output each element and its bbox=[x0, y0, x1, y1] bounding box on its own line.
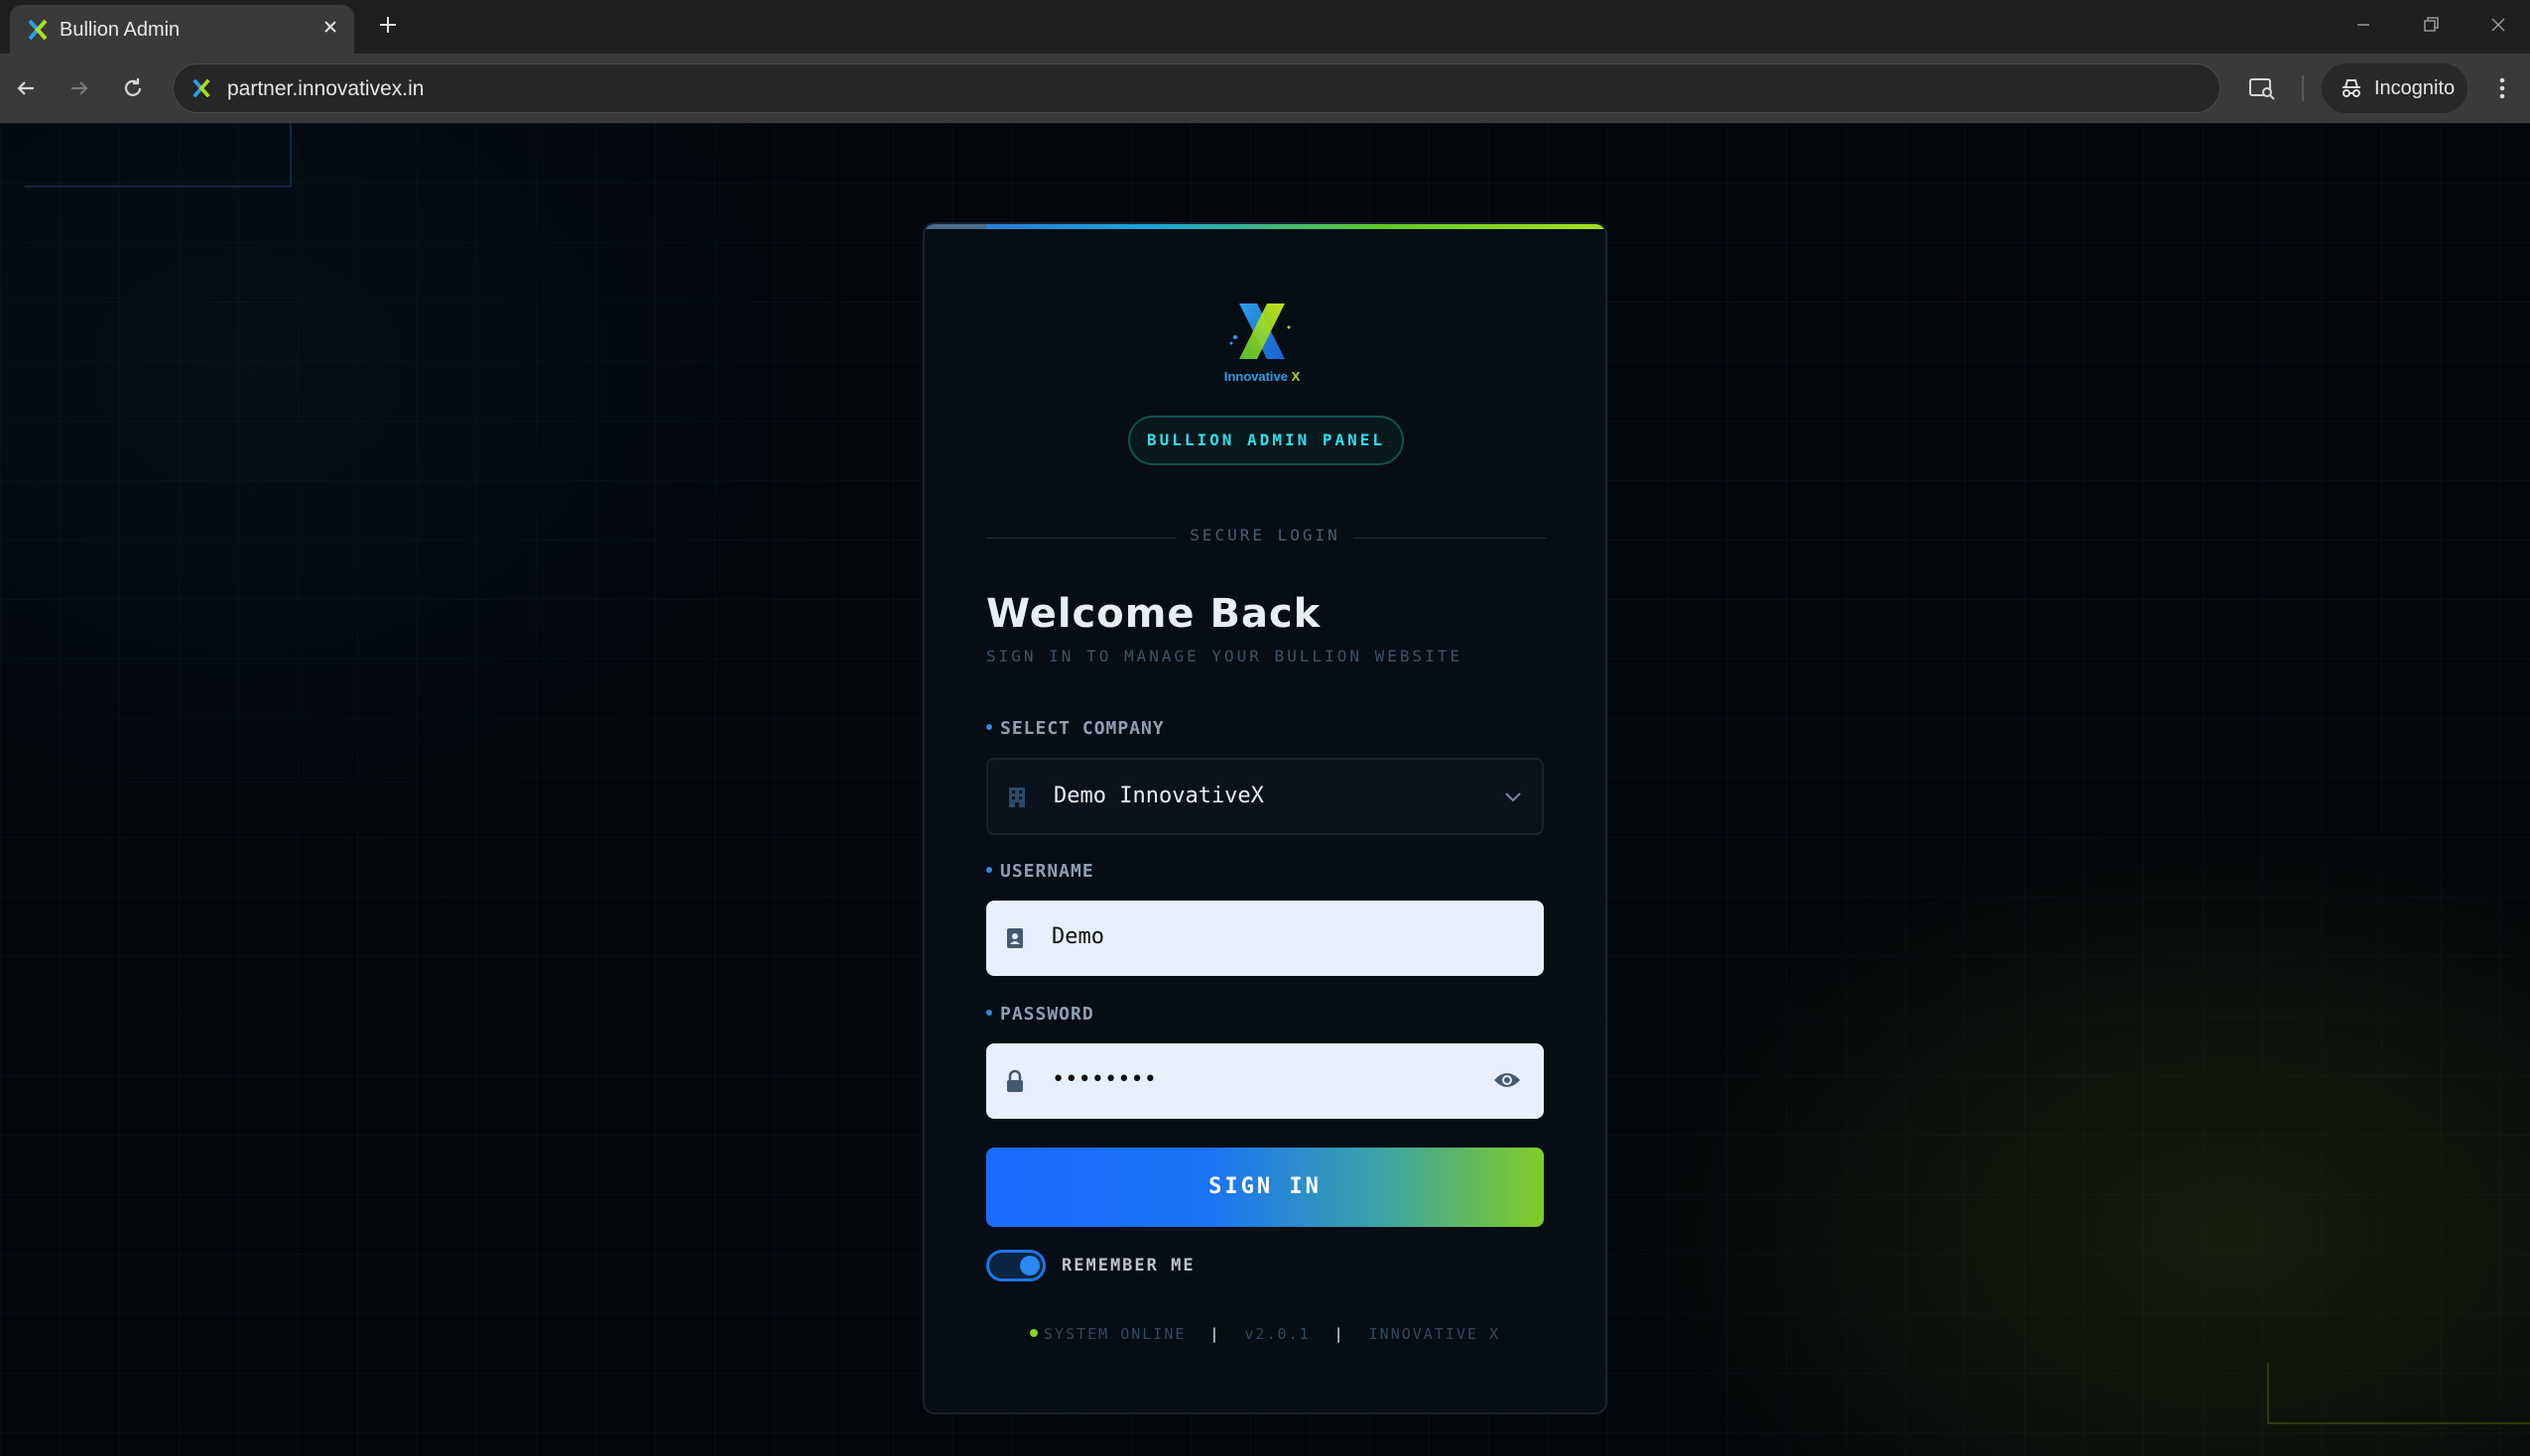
username-value: Demo bbox=[1052, 924, 1104, 949]
site-favicon-icon bbox=[192, 78, 210, 98]
logo-text: Innovative X bbox=[1223, 369, 1301, 384]
card-accent-bar bbox=[925, 224, 1605, 229]
admin-panel-badge: BULLION ADMIN PANEL bbox=[1128, 416, 1404, 465]
lock-icon bbox=[1007, 1069, 1023, 1092]
label-dot-icon bbox=[986, 724, 992, 730]
remember-me-label: REMEMBER ME bbox=[1062, 1256, 1196, 1275]
company-select[interactable]: Demo InnovativeX bbox=[986, 758, 1544, 835]
status-footer: SYSTEM ONLINE | v2.0.1 | INNOVATIVE X bbox=[925, 1325, 1605, 1343]
footer-separator: | bbox=[1333, 1325, 1345, 1343]
brand-logo: Innovative X bbox=[1217, 298, 1307, 389]
login-card: Innovative X BULLION ADMIN PANEL SECURE … bbox=[923, 222, 1607, 1414]
password-value: •••••••• bbox=[1052, 1067, 1157, 1092]
company-label: SELECT COMPANY bbox=[986, 718, 1165, 739]
url-text: partner.innovativex.in bbox=[227, 77, 425, 100]
media-search-icon[interactable] bbox=[2247, 73, 2277, 103]
site-favicon-icon bbox=[28, 19, 48, 41]
label-dot-icon bbox=[986, 1010, 992, 1016]
page-title: Welcome Back bbox=[986, 591, 1322, 637]
toolbar-separator bbox=[2302, 75, 2304, 101]
company-value: Demo InnovativeX bbox=[1054, 784, 1264, 808]
browser-tab[interactable]: Bullion Admin bbox=[10, 5, 354, 54]
toggle-knob bbox=[1020, 1256, 1040, 1275]
browser-tab-strip: Bullion Admin bbox=[0, 0, 2530, 54]
new-tab-icon[interactable] bbox=[375, 12, 401, 38]
innovativex-logo-icon bbox=[1229, 303, 1291, 359]
password-field[interactable]: •••••••• bbox=[986, 1043, 1544, 1119]
remember-me-toggle[interactable] bbox=[986, 1250, 1046, 1281]
password-label: PASSWORD bbox=[986, 1004, 1094, 1025]
tab-title: Bullion Admin bbox=[60, 19, 181, 41]
back-icon[interactable] bbox=[12, 74, 40, 102]
incognito-label: Incognito bbox=[2374, 77, 2456, 99]
browser-toolbar: partner.innovativex.in Incognito bbox=[0, 54, 2530, 123]
username-label: USERNAME bbox=[986, 861, 1094, 882]
incognito-icon bbox=[2342, 79, 2360, 97]
online-status-dot-icon bbox=[1029, 1328, 1038, 1337]
close-window-icon[interactable] bbox=[2486, 13, 2510, 37]
user-badge-icon bbox=[1007, 928, 1023, 948]
building-icon bbox=[1009, 788, 1025, 807]
sign-in-button[interactable]: SIGN IN bbox=[986, 1148, 1544, 1227]
restore-icon[interactable] bbox=[2419, 13, 2443, 37]
chevron-down-icon bbox=[1505, 792, 1521, 802]
label-dot-icon bbox=[986, 867, 992, 873]
page-subtitle: SIGN IN TO MANAGE YOUR BULLION WEBSITE bbox=[986, 647, 1463, 666]
browser-menu-icon[interactable] bbox=[2490, 72, 2514, 104]
login-page: Innovative X BULLION ADMIN PANEL SECURE … bbox=[0, 123, 2530, 1456]
reload-icon[interactable] bbox=[119, 74, 147, 102]
secure-login-label: SECURE LOGIN bbox=[1190, 526, 1340, 545]
close-tab-icon[interactable] bbox=[318, 15, 342, 39]
address-bar[interactable]: partner.innovativex.in bbox=[173, 63, 2220, 113]
username-field[interactable]: Demo bbox=[986, 901, 1544, 976]
incognito-badge[interactable]: Incognito bbox=[2322, 63, 2467, 113]
system-status: SYSTEM ONLINE bbox=[1043, 1325, 1187, 1343]
corner-decoration-bottom-right bbox=[2267, 1363, 2530, 1424]
minimize-icon[interactable] bbox=[2351, 13, 2375, 37]
footer-brand: INNOVATIVE X bbox=[1368, 1325, 1501, 1343]
show-password-icon[interactable] bbox=[1492, 1069, 1522, 1091]
footer-separator: | bbox=[1209, 1325, 1221, 1343]
app-version: v2.0.1 bbox=[1244, 1325, 1311, 1343]
forward-icon[interactable] bbox=[65, 74, 93, 102]
corner-decoration-top-left bbox=[25, 123, 292, 187]
